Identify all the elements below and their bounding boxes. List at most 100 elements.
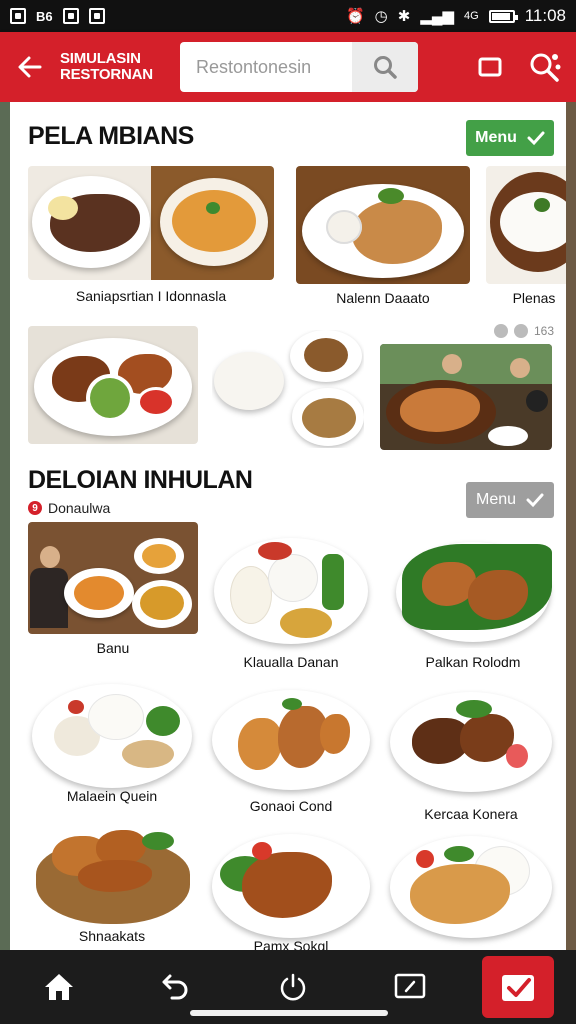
window-icon[interactable]	[478, 56, 502, 78]
nav-active-button[interactable]	[482, 956, 554, 1018]
tomato-item	[416, 850, 434, 868]
green-beans	[322, 554, 344, 610]
food-caption: Banu	[96, 640, 130, 656]
food-caption: Kercaa Konera	[424, 806, 518, 822]
menu-button[interactable]: Menu	[466, 120, 554, 156]
food-item	[302, 398, 356, 438]
alarm-icon: ⏰	[345, 8, 365, 25]
food-thumbnail[interactable]	[212, 690, 370, 790]
back-button[interactable]	[0, 32, 60, 102]
sauce-bowl	[90, 378, 130, 418]
food-thumbnail[interactable]	[390, 692, 552, 792]
food-caption: Nalenn Daaato	[336, 290, 430, 306]
menu-button[interactable]: Menu	[466, 482, 554, 518]
power-icon	[280, 973, 305, 1001]
search-button[interactable]	[352, 42, 418, 92]
status-time: 11:08	[524, 6, 566, 25]
herb-item	[378, 188, 404, 204]
food-caption: Shnaakats	[78, 928, 146, 944]
food-thumbnail[interactable]	[32, 820, 192, 926]
search-field[interactable]: Restontonesin	[180, 42, 418, 92]
tomato-item	[68, 700, 84, 714]
rice-item	[88, 694, 144, 740]
screen-icon	[394, 973, 425, 999]
food-item	[320, 714, 350, 754]
food-caption: Palkan Rolodm	[425, 654, 521, 670]
food-thumbnail[interactable]	[212, 330, 364, 448]
section-header: DELOIAN INHULAN	[28, 466, 253, 495]
status-bar: B6 ⏰ ◷ ✱ ▂▄▆ 4G 11:08	[0, 0, 576, 32]
food-item	[238, 718, 282, 770]
curry-item	[172, 190, 256, 252]
section-title: PELA MBIANS	[28, 122, 194, 150]
chili-bowl	[140, 390, 172, 414]
app-bar: SIMULASIN RESTORNAN Restontonesin	[0, 32, 576, 102]
signal-icon: ▂▄▆	[420, 8, 455, 25]
search-input[interactable]: Restontonesin	[180, 57, 352, 78]
food-item	[304, 338, 348, 372]
food-thumbnail[interactable]	[296, 166, 470, 284]
food-item	[410, 864, 510, 924]
restaurant-photo[interactable]	[28, 522, 198, 634]
menu-button-label: Menu	[475, 491, 517, 508]
phone-screen: B6 ⏰ ◷ ✱ ▂▄▆ 4G 11:08 SIMULASIN RESTORNA…	[0, 0, 576, 1024]
image-notification-icon	[10, 8, 26, 24]
share-icon	[514, 324, 528, 338]
food-thumbnail[interactable]	[390, 836, 552, 938]
food-caption: Plenas	[512, 290, 556, 306]
count-badge: 9	[28, 501, 42, 515]
herb-item	[456, 700, 492, 718]
curry-item	[142, 544, 176, 568]
food-caption: Pamx Sokgl	[253, 938, 329, 950]
food-thumbnail[interactable]	[214, 538, 368, 644]
herb-item	[534, 198, 550, 212]
app-title: SIMULASIN RESTORNAN	[60, 50, 153, 83]
nav-home-button[interactable]	[0, 950, 117, 1024]
food-caption: Klaualla Danan	[243, 654, 339, 670]
herb-item	[142, 832, 174, 850]
check-icon	[526, 493, 544, 508]
restaurant-photo[interactable]	[380, 344, 552, 450]
clock-icon: ◷	[374, 8, 388, 25]
main-content: PELA MBIANS Menu Saniapsrtian I Idonnasl…	[10, 102, 566, 950]
share-search-icon[interactable]	[528, 50, 562, 84]
status-left-text: B6	[36, 8, 53, 24]
search-icon	[374, 56, 397, 79]
person-body	[30, 568, 68, 628]
curry-item	[74, 576, 124, 610]
fried-chicken-item	[242, 852, 332, 918]
rice-item	[230, 566, 272, 624]
vegetable-item	[146, 706, 180, 736]
food-thumbnail[interactable]	[28, 326, 198, 444]
sambal-bowl	[280, 608, 332, 638]
plate	[488, 426, 528, 446]
rice-item	[500, 192, 566, 252]
person-head	[510, 358, 530, 378]
food-thumbnail[interactable]	[212, 834, 370, 938]
count-badge: 163	[534, 324, 555, 338]
home-indicator[interactable]	[190, 1010, 388, 1016]
food-item	[48, 196, 78, 220]
food-caption: Gonaoi Cond	[249, 798, 333, 814]
gallery-notification-icon	[62, 8, 79, 24]
food-thumbnail[interactable]	[32, 684, 192, 788]
food-thumbnail[interactable]	[388, 534, 558, 648]
tomato-item	[252, 842, 272, 860]
menu-button-label: Menu	[475, 129, 517, 146]
battery-icon	[488, 9, 518, 23]
rice-item	[268, 554, 318, 602]
rating-row: 163	[494, 324, 554, 338]
section-title: DELOIAN INHULAN	[28, 466, 253, 494]
person-head	[40, 546, 60, 568]
back-arrow-icon	[18, 56, 42, 78]
food-thumbnail[interactable]	[486, 166, 566, 284]
person-head	[442, 354, 462, 374]
section-header: PELA MBIANS	[28, 122, 194, 151]
herb-item	[444, 846, 474, 862]
herb-item	[282, 698, 302, 710]
food-thumbnail[interactable]	[28, 166, 274, 280]
section-subtitle-row: 9 Donaulwa	[28, 500, 110, 516]
camera-notification-icon	[88, 8, 105, 24]
shrimp-item	[506, 744, 528, 768]
check-icon	[527, 131, 545, 146]
